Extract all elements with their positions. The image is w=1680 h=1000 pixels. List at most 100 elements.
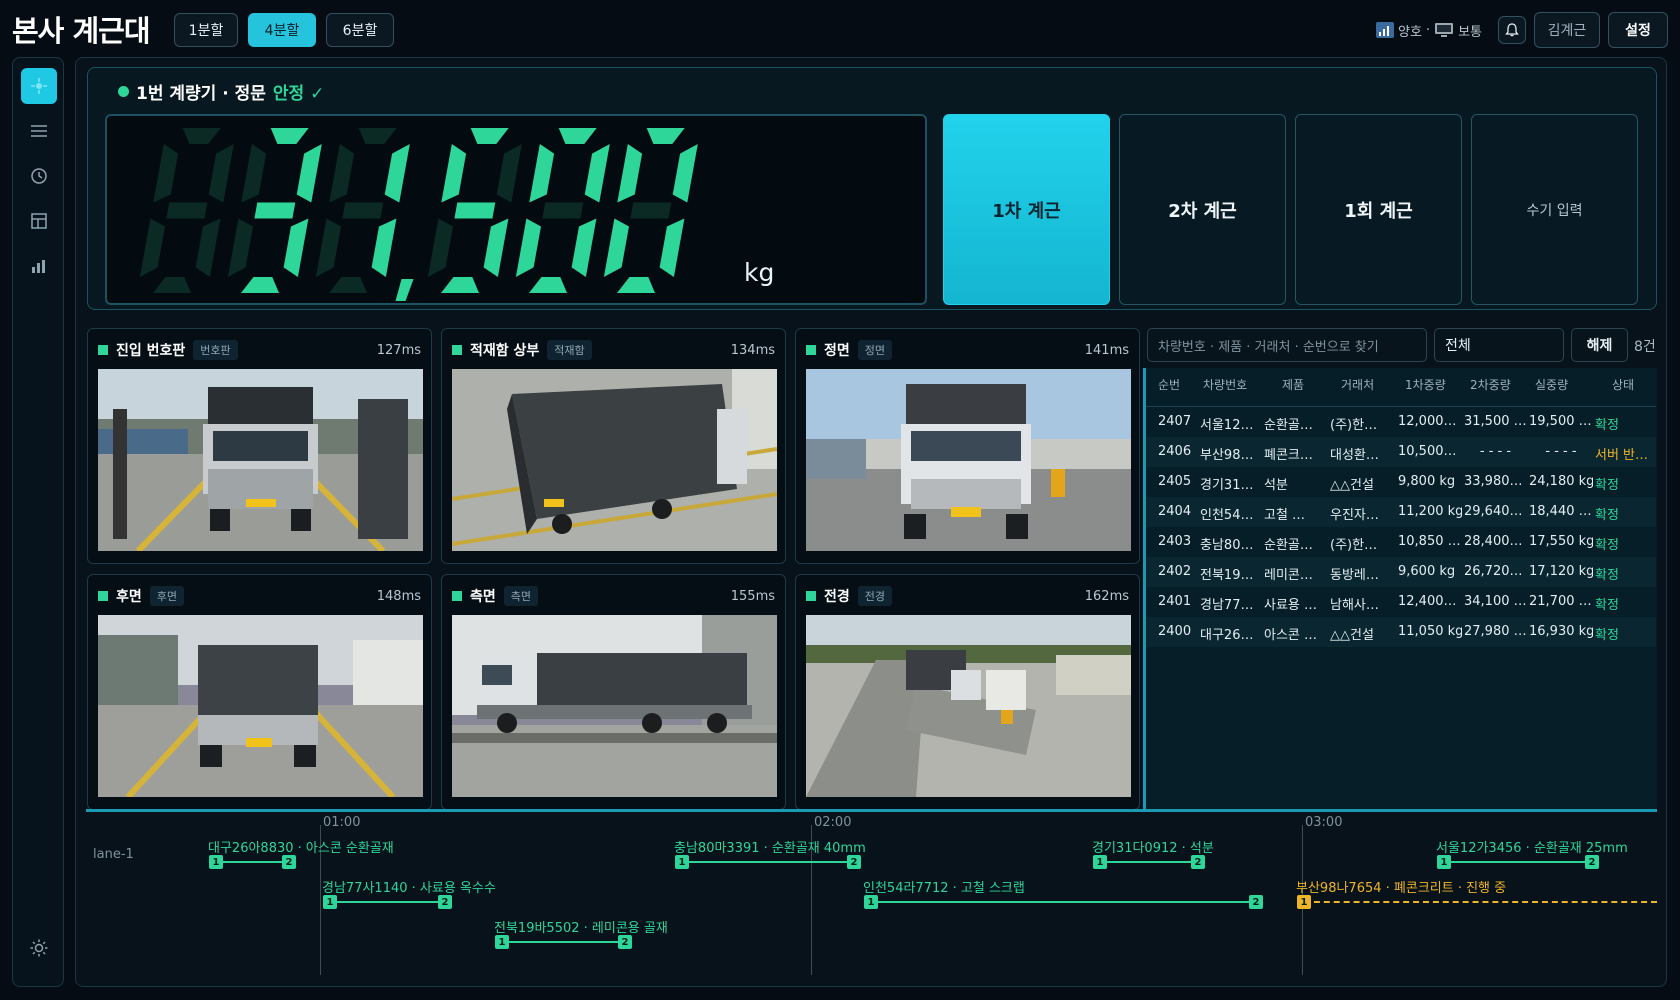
nav-scale[interactable] [21, 68, 57, 104]
timeline-entry-label[interactable]: 대구26아8830 · 아스콘 순환골재 [208, 837, 394, 856]
timeline-entry-label[interactable]: 부산98나7654 · 폐콘크리트 · 진행 중 [1296, 877, 1506, 896]
column-header[interactable]: 차량번호 [1203, 376, 1247, 393]
timeline-entry-bar[interactable] [502, 941, 625, 943]
second-weigh-marker[interactable]: 2 [438, 895, 452, 909]
timeline-entry-label[interactable]: 서울12가3456 · 순환골재 25mm [1436, 837, 1628, 856]
table-cell: 충남80… [1200, 538, 1254, 553]
nav-history[interactable] [21, 158, 57, 194]
first-weigh-marker[interactable]: 1 [1093, 855, 1107, 869]
manual-input-button[interactable]: 수기 입력 [1471, 114, 1638, 305]
timeline-entry-label[interactable]: 전북19바5502 · 레미콘용 골재 [494, 917, 668, 936]
search-input[interactable]: 차량번호 · 제품 · 거래처 · 순번으로 찾기 [1147, 328, 1427, 362]
camera-latency: 162ms [1084, 588, 1129, 604]
second-weigh-marker[interactable]: 2 [282, 855, 296, 869]
camera-rear[interactable]: 후면 후면 148ms [87, 574, 432, 810]
table-cell: 확정 [1595, 508, 1619, 523]
menu-icon [31, 125, 47, 137]
result-count: 8건 [1634, 339, 1656, 355]
column-header[interactable]: 1차중량 [1405, 376, 1446, 393]
segment-1-f [241, 144, 267, 203]
filter-select[interactable]: 전체 [1434, 328, 1564, 362]
first-weigh-marker[interactable]: 1 [209, 855, 223, 869]
first-weigh-marker[interactable]: 1 [864, 895, 878, 909]
table-cell: 확정 [1595, 538, 1619, 553]
column-header[interactable]: 상태 [1612, 376, 1634, 393]
table-cell: 확정 [1595, 628, 1619, 643]
column-header[interactable]: 제품 [1282, 376, 1304, 393]
first-weigh-marker[interactable]: 1 [675, 855, 689, 869]
table-cell: 31,500 … [1464, 414, 1527, 429]
table-row[interactable]: 2402 전북19… 레미콘… 동방레… 9,600 kg 26,720… 17,120 k… [1146, 557, 1656, 587]
table-cell: 고철 … [1264, 508, 1306, 523]
nav-stats[interactable] [21, 248, 57, 284]
user-button[interactable]: 김계근 [1534, 12, 1600, 48]
column-header[interactable]: 순번 [1158, 376, 1180, 393]
segment-4-b [584, 144, 610, 203]
table-row[interactable]: 2404 인천54… 고철 … 우진자… 11,200 kg 29,640… 18,440 … [1146, 497, 1656, 527]
first-weigh-marker[interactable]: 1 [495, 935, 509, 949]
column-header[interactable]: 2차중량 [1470, 376, 1511, 393]
first-weigh-marker[interactable]: 1 [1437, 855, 1451, 869]
notification-button[interactable] [1498, 16, 1526, 44]
table-cell: 대구26… [1200, 628, 1254, 643]
table-row[interactable]: 2406 부산98… 폐콘크… 대성환… 10,500… - - - - - - - - 서버… [1146, 437, 1656, 467]
second-weigh-marker[interactable]: 2 [1585, 855, 1599, 869]
first-weigh-button[interactable]: 1차 계근 [943, 114, 1110, 305]
scale-title: 1번 계량기 · 정문 [136, 84, 266, 104]
table-row[interactable]: 2403 충남80… 순환골… (주)한… 10,850 … 28,400… 17,550 … [1146, 527, 1656, 557]
table-row[interactable]: 2400 대구26… 아스콘 … △△건설 11,050 kg 27,980 … 16,93… [1146, 617, 1656, 647]
second-weigh-marker[interactable]: 2 [1249, 895, 1263, 909]
nav-layout[interactable] [21, 203, 57, 239]
camera-front[interactable]: 정면 정면 141ms [795, 328, 1140, 564]
second-weigh-marker[interactable]: 2 [847, 855, 861, 869]
camera-plate[interactable]: 진입 번호판 번호판 127ms [87, 328, 432, 564]
split-4-button[interactable]: 4분할 [248, 13, 316, 47]
single-weigh-button[interactable]: 1회 계근 [1295, 114, 1462, 305]
table-cell: 우진자… [1330, 508, 1379, 523]
second-weigh-marker[interactable]: 2 [1191, 855, 1205, 869]
nav-list[interactable] [21, 113, 57, 149]
table-cell: 레미콘… [1264, 568, 1313, 583]
timeline-entry-bar[interactable] [1304, 901, 1657, 903]
table-cell: 경기31… [1200, 478, 1254, 493]
second-weigh-button[interactable]: 2차 계근 [1119, 114, 1286, 305]
stable-status: 안정 ✓ [272, 84, 325, 104]
timeline-entry-bar[interactable] [1444, 861, 1592, 863]
timeline-entry-bar[interactable] [216, 861, 289, 863]
split-6-button[interactable]: 6분할 [326, 13, 394, 47]
column-header[interactable]: 거래처 [1341, 376, 1374, 393]
table-row[interactable]: 2405 경기31… 석분 △△건설 9,800 kg 33,980… 24,180 kg 확… [1146, 467, 1656, 497]
table-cell: 서버 반… [1595, 448, 1649, 463]
camera-tag: 후면 [149, 586, 185, 606]
first-weigh-marker[interactable]: 1 [323, 895, 337, 909]
timeline-entry-label[interactable]: 경기31다0912 · 석분 [1092, 837, 1214, 856]
camera-side[interactable]: 측면 측면 155ms [441, 574, 786, 810]
second-weigh-marker[interactable]: 2 [618, 935, 632, 949]
table-cell: 사료용 … [1264, 598, 1318, 613]
clear-filter-button[interactable]: 해제 [1571, 328, 1628, 362]
timeline-entry-label[interactable]: 충남80마3391 · 순환골재 40mm [674, 837, 866, 856]
nav-theme[interactable] [21, 930, 57, 966]
table-row[interactable]: 2401 경남77… 사료용 … 남해사… 12,400… 34,100 … 21,700 … [1146, 587, 1656, 617]
first-weigh-marker[interactable]: 1 [1297, 895, 1311, 909]
camera-latency: 134ms [730, 342, 775, 358]
segment-4-d [529, 277, 567, 293]
table-cell: 확정 [1595, 568, 1619, 583]
timeline-entry-label[interactable]: 인천54라7712 · 고철 스크랩 [863, 877, 1025, 896]
camera-top[interactable]: 적재함 상부 적재함 134ms [441, 328, 786, 564]
column-header[interactable]: 실중량 [1535, 376, 1568, 393]
split-1-button[interactable]: 1분할 [174, 13, 238, 47]
table-cell: 2406 [1158, 444, 1192, 459]
camera-status-dot [452, 591, 462, 601]
timeline-entry-bar[interactable] [1100, 861, 1198, 863]
timeline-entry-bar[interactable] [330, 901, 445, 903]
settings-button[interactable]: 설정 [1608, 12, 1668, 48]
timeline-entry-bar[interactable] [871, 901, 1256, 903]
table-cell: 부산98… [1200, 448, 1254, 463]
timeline-entry-label[interactable]: 경남77사1140 · 사료용 옥수수 [322, 877, 496, 896]
table-cell: 19,500 … [1529, 414, 1592, 429]
table-row[interactable]: 2407 서울12… 순환골… (주)한… 12,000… 31,500 … 19,500 … [1146, 407, 1656, 437]
table-cell: 동방레… [1330, 568, 1379, 583]
camera-overview[interactable]: 전경 전경 162ms [795, 574, 1140, 810]
timeline-entry-bar[interactable] [682, 861, 854, 863]
